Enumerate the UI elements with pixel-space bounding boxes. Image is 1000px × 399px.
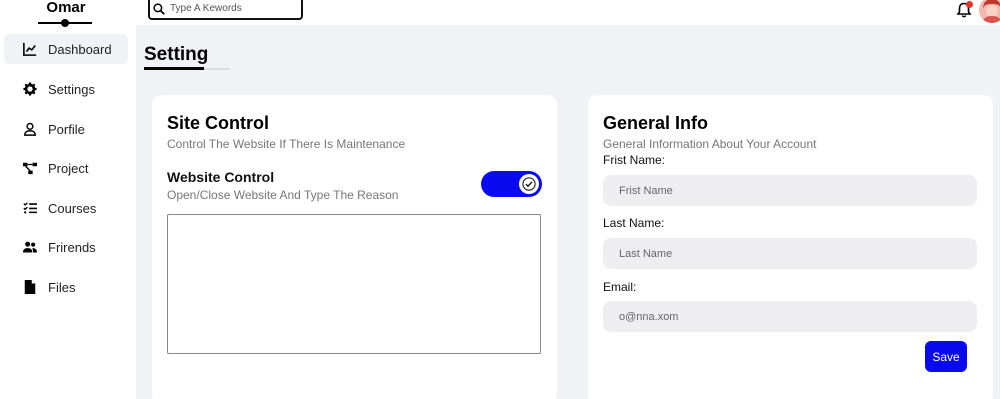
site-control-title: Site Control	[167, 113, 269, 133]
sidebar-item-label: Frirends	[48, 239, 96, 255]
maintenance-reason-textarea[interactable]	[167, 214, 541, 354]
diagram-icon	[22, 160, 38, 176]
website-control-label: Website Control	[167, 169, 275, 185]
sidebar-item-dashboard[interactable]: Dashboard	[4, 34, 128, 64]
website-control-toggle[interactable]	[481, 171, 542, 197]
first-name-label: Frist Name:	[603, 153, 666, 167]
sidebar-item-files[interactable]: Files	[4, 272, 128, 302]
website-control-description: Open/Close Website And Type The Reason	[167, 188, 399, 202]
search-box[interactable]	[148, 0, 303, 20]
save-button[interactable]: Save	[925, 341, 967, 372]
site-control-subtitle: Control The Website If There Is Maintena…	[167, 137, 406, 151]
search-icon	[153, 2, 165, 15]
check-icon	[522, 177, 536, 191]
sidebar-item-label: Project	[48, 160, 89, 176]
list-check-icon	[22, 200, 38, 216]
email-label: Email:	[603, 280, 637, 294]
sidebar-item-courses[interactable]: Courses	[4, 193, 128, 223]
avatar[interactable]	[979, 0, 1000, 23]
sidebar-item-settings[interactable]: Settings	[4, 74, 128, 104]
file-icon	[22, 279, 38, 295]
user-icon	[22, 121, 38, 137]
sidebar-item-label: Courses	[48, 200, 97, 216]
brand-dot	[61, 19, 69, 27]
page-title-underline-accent	[204, 68, 230, 70]
brand-name: Omar	[46, 0, 86, 16]
toggle-knob	[519, 174, 539, 194]
sidebar-item-label: Porfile	[48, 121, 85, 137]
chart-line-icon	[22, 41, 38, 57]
sidebar-item-friends[interactable]: Frirends	[4, 232, 128, 262]
page-title-underline	[144, 67, 204, 70]
search-input[interactable]	[170, 3, 290, 14]
gear-icon	[22, 81, 38, 97]
sidebar-item-label: Dashboard	[48, 41, 112, 57]
notification-badge	[966, 1, 973, 8]
first-name-field[interactable]	[603, 175, 977, 206]
users-icon	[22, 239, 38, 255]
email-field[interactable]	[603, 301, 977, 332]
last-name-field[interactable]	[603, 238, 977, 269]
general-info-title: General Info	[603, 113, 709, 133]
sidebar-item-profile[interactable]: Porfile	[4, 114, 128, 144]
sidebar-item-label: Settings	[48, 81, 95, 97]
last-name-label: Last Name:	[603, 216, 665, 230]
sidebar-item-project[interactable]: Project	[4, 153, 128, 183]
page-title: Setting	[144, 44, 209, 65]
sidebar-item-label: Files	[48, 279, 76, 295]
general-info-subtitle: General Information About Your Account	[603, 137, 817, 151]
sidebar: Omar Dashboard Settings Porfile Project …	[0, 0, 136, 399]
